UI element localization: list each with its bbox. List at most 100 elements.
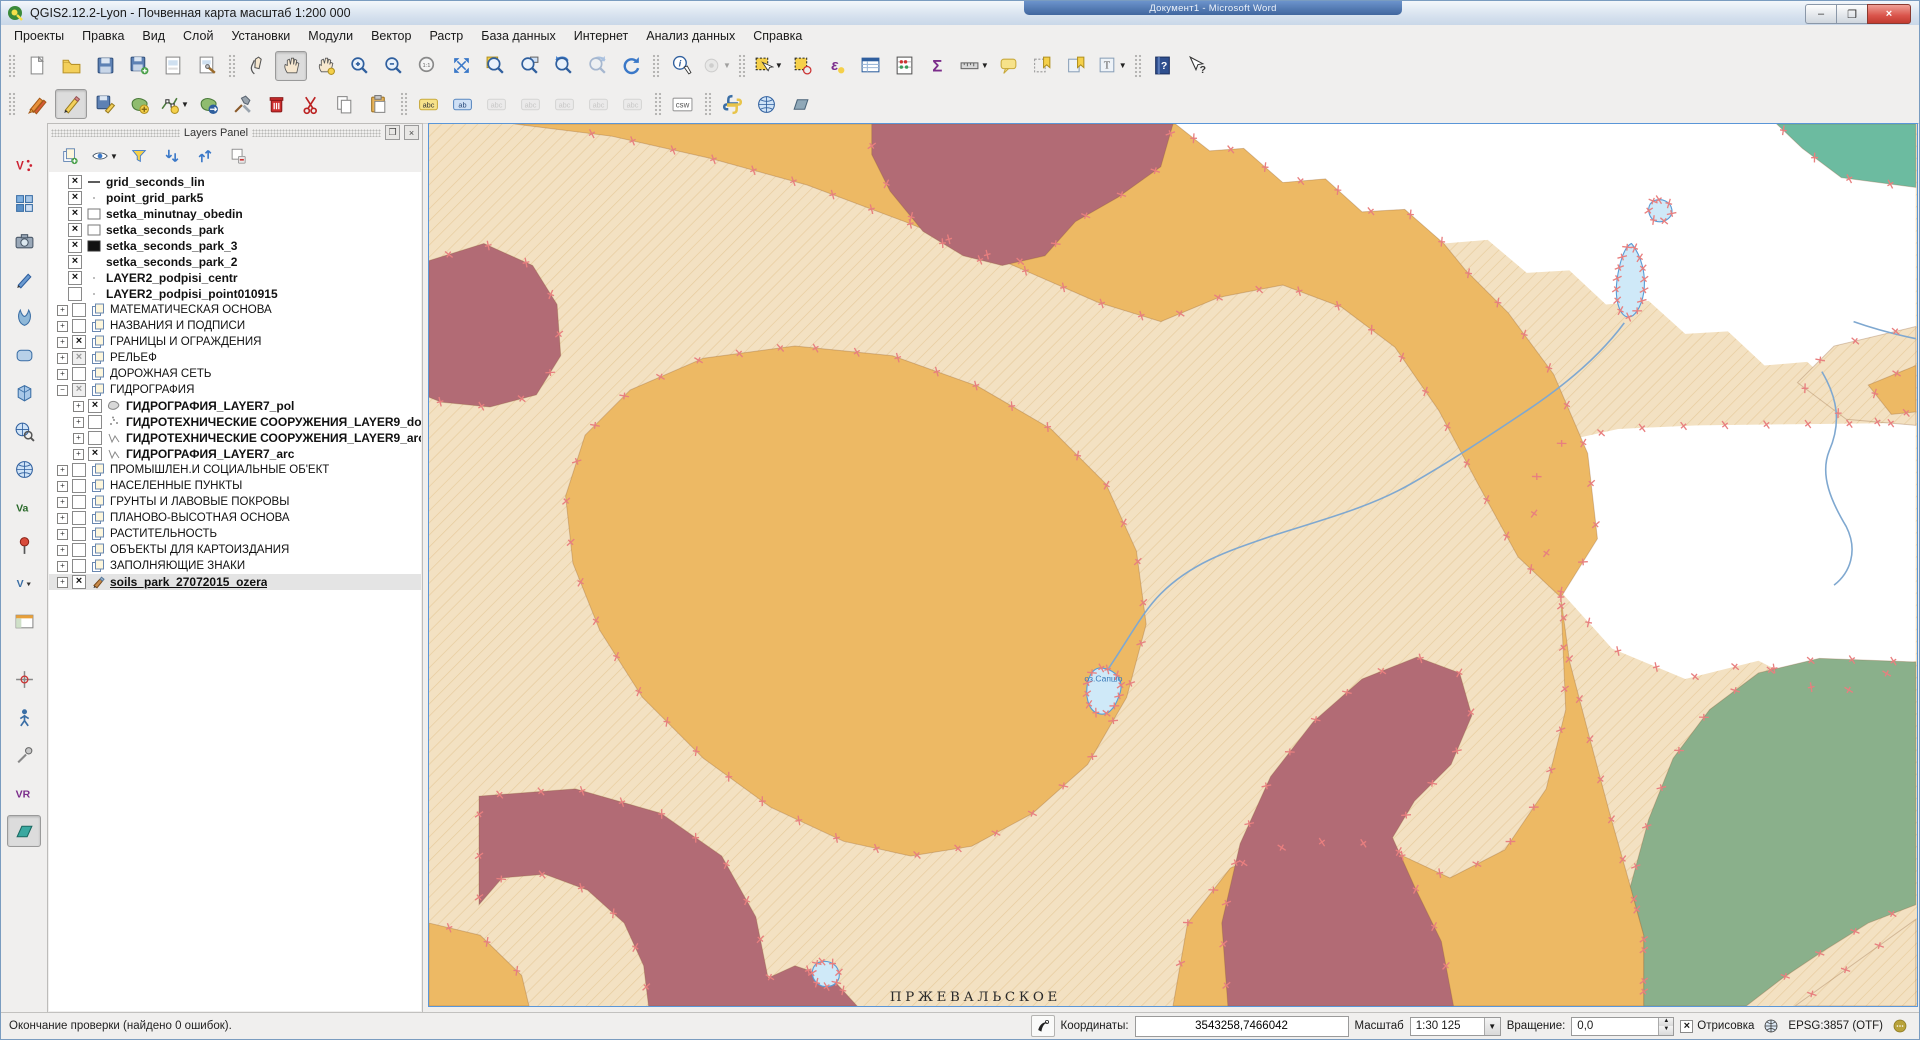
menu-item-help[interactable]: Справка — [744, 27, 811, 45]
advanced-edits-button[interactable] — [227, 89, 259, 119]
layer-row-23[interactable]: +ОБЪЕКТЫ ДЛЯ КАРТОИЗДАНИЯ — [49, 542, 421, 558]
menu-item-vector[interactable]: Вектор — [362, 27, 420, 45]
collapse-all-button[interactable] — [191, 143, 219, 169]
menu-item-settings[interactable]: Установки — [222, 27, 299, 45]
menu-item-plugins[interactable]: Модули — [299, 27, 362, 45]
filter-legend-button[interactable] — [125, 143, 153, 169]
layer-row-18[interactable]: +ПРОМЫШЛЕН.И СОЦИАЛЬНЫЕ ОБ'ЕКТ — [49, 462, 421, 478]
show-bookmarks-button[interactable] — [1061, 51, 1093, 81]
text-annotation-button[interactable]: T▼ — [1095, 51, 1129, 81]
refresh-button[interactable] — [615, 51, 647, 81]
expander-icon[interactable]: + — [57, 513, 68, 524]
pan-to-selection-button[interactable] — [309, 51, 341, 81]
python-console-button[interactable] — [717, 89, 749, 119]
layer-row-20[interactable]: +ГРУНТЫ И ЛАВОВЫЕ ПОКРОВЫ — [49, 494, 421, 510]
layer-checkbox[interactable] — [72, 495, 86, 509]
layer-checkbox[interactable] — [68, 287, 82, 301]
side-pin-button[interactable] — [7, 529, 41, 561]
expander-icon[interactable]: + — [57, 545, 68, 556]
layer-row-5[interactable]: ×setka_seconds_park_2 — [49, 254, 421, 270]
layer-row-13[interactable]: −×ГИДРОГРАФИЯ — [49, 382, 421, 398]
pin-labels-button[interactable]: abc — [481, 89, 513, 119]
spinner-buttons[interactable]: ▲▼ — [1658, 1018, 1673, 1035]
layer-checkbox[interactable] — [72, 319, 86, 333]
sum-button[interactable]: Σ — [923, 51, 955, 81]
new-project-button[interactable] — [21, 51, 53, 81]
add-group-button[interactable] — [56, 143, 84, 169]
layer-row-12[interactable]: +ДОРОЖНАЯ СЕТЬ — [49, 366, 421, 382]
zoom-out-button[interactable] — [377, 51, 409, 81]
layer-checkbox[interactable]: × — [68, 191, 82, 205]
save-project-button[interactable] — [89, 51, 121, 81]
layer-checkbox[interactable] — [72, 527, 86, 541]
layer-row-19[interactable]: +НАСЕЛЕННЫЕ ПУНКТЫ — [49, 478, 421, 494]
layer-row-4[interactable]: ×setka_seconds_park_3 — [49, 238, 421, 254]
select-features-button[interactable]: ▼ — [751, 51, 785, 81]
show-hide-labels-button[interactable]: abc — [549, 89, 581, 119]
expander-icon[interactable]: + — [57, 321, 68, 332]
expander-icon[interactable]: + — [57, 305, 68, 316]
labeling-options-button[interactable]: ab — [447, 89, 479, 119]
side-vr-button[interactable]: VR — [7, 777, 41, 809]
layer-checkbox[interactable] — [88, 415, 102, 429]
layer-checkbox[interactable]: × — [68, 207, 82, 221]
layer-checkbox[interactable]: × — [68, 223, 82, 237]
layer-row-24[interactable]: +ЗАПОЛНЯЮЩИЕ ЗНАКИ — [49, 558, 421, 574]
zoom-full-button[interactable] — [445, 51, 477, 81]
delete-selected-button[interactable] — [261, 89, 293, 119]
layer-checkbox[interactable] — [72, 303, 86, 317]
layer-row-6[interactable]: ×LAYER2_podpisi_centr — [49, 270, 421, 286]
zoom-to-layer-button[interactable] — [513, 51, 545, 81]
layer-row-21[interactable]: +ПЛАНОВО-ВЫСОТНАЯ ОСНОВА — [49, 510, 421, 526]
menu-item-database[interactable]: База данных — [472, 27, 564, 45]
layer-checkbox[interactable] — [72, 559, 86, 573]
rotation-spinbox[interactable]: 0,0 ▲▼ — [1571, 1017, 1674, 1036]
minimize-button[interactable]: – — [1805, 4, 1836, 24]
side-tool-button[interactable] — [7, 739, 41, 771]
panel-float-button[interactable]: ❐ — [385, 125, 400, 140]
layer-checkbox[interactable]: × — [72, 575, 86, 589]
layer-checkbox[interactable]: × — [88, 399, 102, 413]
rotate-label-button[interactable]: abc — [617, 89, 649, 119]
layer-checkbox[interactable] — [72, 367, 86, 381]
menu-item-projects[interactable]: Проекты — [5, 27, 73, 45]
side-vector-menu-button[interactable]: V — [7, 567, 41, 599]
save-edits-button[interactable] — [89, 89, 121, 119]
menu-item-web[interactable]: Интернет — [565, 27, 638, 45]
zoom-native-button[interactable]: 1:1 — [411, 51, 443, 81]
layer-checkbox[interactable]: × — [68, 255, 82, 269]
side-georeferencer-button[interactable] — [7, 187, 41, 219]
metasearch-button[interactable] — [751, 89, 783, 119]
current-edits-button[interactable] — [21, 89, 53, 119]
node-tool-button[interactable]: ▼ — [157, 89, 191, 119]
expander-icon[interactable]: + — [73, 433, 84, 444]
select-by-expression-button[interactable]: ε — [821, 51, 853, 81]
side-camera-button[interactable] — [7, 225, 41, 257]
layer-row-3[interactable]: ×setka_seconds_park — [49, 222, 421, 238]
expander-icon[interactable]: + — [57, 561, 68, 572]
zoom-next-button[interactable] — [581, 51, 613, 81]
layer-labeling-button[interactable]: abc — [413, 89, 445, 119]
close-button[interactable]: × — [1867, 4, 1911, 24]
layer-checkbox[interactable] — [72, 463, 86, 477]
deselect-button[interactable] — [787, 51, 819, 81]
layer-checkbox[interactable]: × — [68, 239, 82, 253]
render-checkbox[interactable]: Отрисовка — [1680, 1020, 1754, 1033]
layer-row-14[interactable]: +×ГИДРОГРАФИЯ_LAYER7_pol — [49, 398, 421, 414]
map-tips-button[interactable] — [993, 51, 1025, 81]
messages-button[interactable] — [1889, 1016, 1911, 1036]
zoom-last-button[interactable] — [547, 51, 579, 81]
menu-item-edit[interactable]: Правка — [73, 27, 133, 45]
cut-features-button[interactable] — [295, 89, 327, 119]
attribute-table-button[interactable] — [855, 51, 887, 81]
layer-visibility-button[interactable]: ▼ — [89, 143, 120, 169]
paste-features-button[interactable] — [363, 89, 395, 119]
layer-checkbox[interactable]: × — [68, 175, 82, 189]
layer-row-11[interactable]: +×РЕЛЬЕФ — [49, 350, 421, 366]
new-composer-button[interactable] — [157, 51, 189, 81]
measure-button[interactable]: ▼ — [957, 51, 991, 81]
side-table-button[interactable] — [7, 605, 41, 637]
side-web-search-button[interactable] — [7, 415, 41, 447]
layer-checkbox[interactable]: × — [88, 447, 102, 461]
side-globe-button[interactable] — [7, 453, 41, 485]
